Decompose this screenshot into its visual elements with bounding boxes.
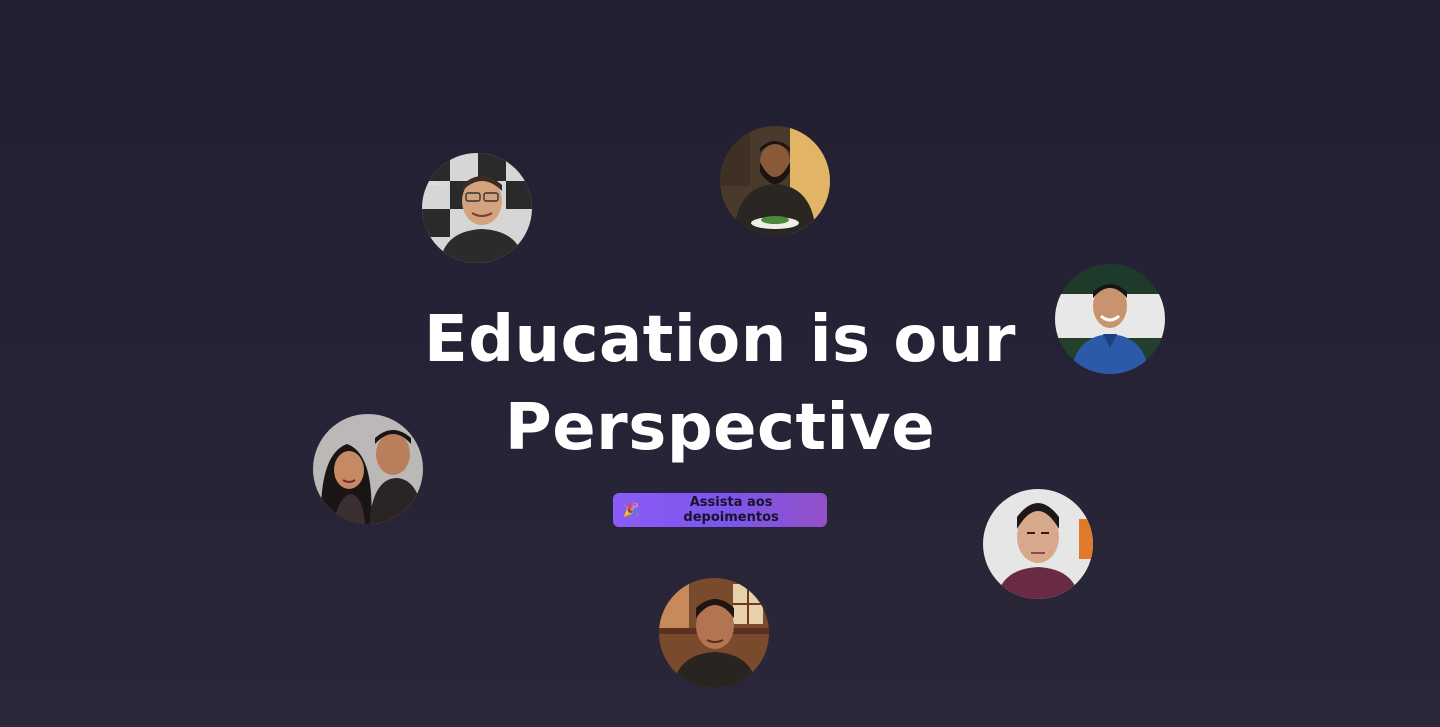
hero-title-line-1: Education is our xyxy=(424,303,1016,377)
hero-heading-wrap: Education is our Perspective xyxy=(0,296,1440,472)
svg-text:SPACE: SPACE xyxy=(428,181,447,188)
watch-testimonials-button[interactable]: 🎉 Assista aos depoimentos xyxy=(613,493,827,527)
avatar-man-glasses: SPACE xyxy=(422,153,532,263)
hero-title: Education is our Perspective xyxy=(0,296,1440,472)
watch-testimonials-label: Assista aos depoimentos xyxy=(683,495,779,525)
avatar-couple xyxy=(313,414,423,524)
hero-section: Education is our Perspective 🎉 Assista a… xyxy=(0,0,1440,727)
hero-title-line-2: Perspective xyxy=(504,391,936,465)
avatar-man-serious xyxy=(983,489,1093,599)
avatar-man-restaurant xyxy=(659,578,769,688)
avatar-man-smiling xyxy=(1055,264,1165,374)
party-popper-icon: 🎉 xyxy=(623,502,640,518)
avatar-man-beard xyxy=(720,126,830,236)
